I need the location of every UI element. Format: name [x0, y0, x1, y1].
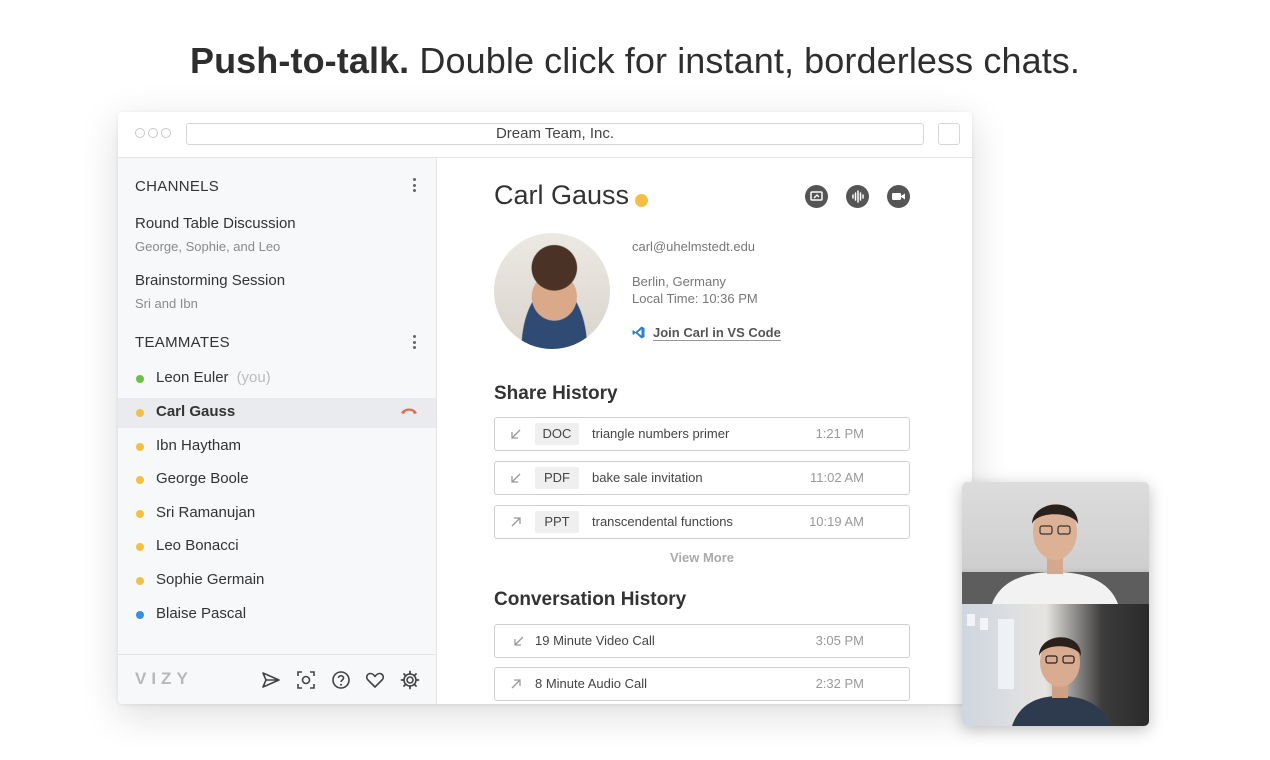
- teammate-item[interactable]: Leo Bonacci: [118, 532, 436, 562]
- channel-brainstorming[interactable]: Brainstorming Session: [135, 272, 285, 289]
- channel-members: Sri and Ibn: [135, 296, 198, 311]
- heart-icon[interactable]: [364, 669, 386, 691]
- status-dot: [136, 543, 144, 551]
- teammate-name: Sophie Germain: [156, 571, 265, 588]
- incoming-arrow-icon: [511, 473, 521, 483]
- incoming-arrow-icon: [511, 429, 521, 439]
- remote-participant: [962, 504, 1149, 604]
- share-time: 10:19 AM: [809, 514, 864, 529]
- conversation-time: 2:32 PM: [815, 676, 864, 691]
- channel-round-table[interactable]: Round Table Discussion: [135, 215, 296, 232]
- teammate-item[interactable]: Sophie Germain: [118, 566, 436, 596]
- status-dot: [136, 510, 144, 518]
- headline-bold: Push-to-talk.: [189, 40, 410, 81]
- sidebar: CHANNELS Round Table Discussion George, …: [118, 158, 437, 704]
- teammate-name: Ibn Haytham: [156, 437, 242, 454]
- teammate-name: Leo Bonacci: [156, 537, 239, 554]
- teammate-item[interactable]: George Boole: [118, 465, 436, 495]
- file-type-badge: DOC: [535, 423, 579, 445]
- teammates-heading: TEAMMATES: [135, 334, 230, 351]
- video-icon[interactable]: [887, 185, 910, 208]
- outgoing-arrow-icon: [511, 679, 521, 689]
- marketing-headline: Push-to-talk. Double click for instant, …: [0, 40, 1270, 82]
- incoming-arrow-icon: [514, 636, 524, 646]
- status-dot: [136, 443, 144, 451]
- file-type-badge: PDF: [535, 467, 579, 489]
- headline-rest: Double click for instant, borderless cha…: [409, 40, 1080, 81]
- minimize-window-button[interactable]: [148, 128, 158, 138]
- hang-up-icon[interactable]: [400, 406, 418, 416]
- profile-name: Carl Gauss: [494, 180, 630, 210]
- window-controls: [135, 128, 171, 138]
- conversation-title: 19 Minute Video Call: [535, 633, 655, 648]
- title-bar: Dream Team, Inc.: [118, 112, 972, 158]
- channels-heading: CHANNELS: [135, 178, 220, 195]
- join-vscode-link[interactable]: Join Carl in VS Code: [632, 325, 781, 341]
- zoom-window-button[interactable]: [161, 128, 171, 138]
- conversation-history-heading: Conversation History: [494, 589, 687, 610]
- share-row[interactable]: DOC triangle numbers primer 1:21 PM: [494, 417, 910, 451]
- channel-members: George, Sophie, and Leo: [135, 239, 281, 254]
- teammate-item[interactable]: Sri Ramanujan: [118, 499, 436, 529]
- settings-icon[interactable]: [399, 669, 421, 691]
- status-dot: [136, 409, 144, 417]
- send-icon[interactable]: [260, 669, 282, 691]
- audio-icon[interactable]: [846, 185, 869, 208]
- status-dot: [136, 375, 144, 383]
- status-dot: [136, 577, 144, 585]
- teammates-menu-icon[interactable]: [413, 335, 417, 351]
- share-history-heading: Share History: [494, 383, 618, 404]
- self-participant: [967, 614, 1110, 726]
- app-window: Dream Team, Inc. CHANNELS Round Table Di…: [118, 112, 972, 704]
- teammate-name: Carl Gauss: [156, 403, 236, 420]
- screenshot-icon[interactable]: [295, 669, 317, 691]
- status-dot: [136, 611, 144, 619]
- profile-local-time: Local Time: 10:36 PM: [632, 291, 758, 306]
- outgoing-arrow-icon: [511, 517, 521, 527]
- teammate-item[interactable]: Leon Euler (you): [118, 364, 436, 394]
- teammate-name: Sri Ramanujan: [156, 504, 256, 521]
- profile-email[interactable]: carl@uhelmstedt.edu: [632, 239, 755, 254]
- vscode-icon: [632, 326, 645, 339]
- teammate-item[interactable]: Blaise Pascal: [118, 600, 436, 630]
- you-label: (you): [236, 369, 271, 386]
- profile-location: Berlin, Germany: [632, 274, 726, 289]
- remote-video-feed: [962, 482, 1149, 604]
- profile-panel: Carl Gauss carl@uhelmstedt.edu Berlin, G…: [437, 158, 972, 704]
- status-dot: [635, 194, 648, 207]
- share-row[interactable]: PDF bake sale invitation 11:02 AM: [494, 461, 910, 495]
- view-more-link[interactable]: View More: [494, 550, 910, 565]
- teammate-name: George Boole: [156, 470, 249, 487]
- share-title: triangle numbers primer: [592, 426, 730, 441]
- video-call-window[interactable]: [962, 482, 1149, 726]
- share-time: 11:02 AM: [810, 470, 864, 485]
- join-label: Join Carl in VS Code: [653, 325, 781, 341]
- window-corner-button[interactable]: [938, 123, 960, 145]
- teammate-name: Leon Euler: [156, 369, 229, 386]
- conversation-title: 8 Minute Audio Call: [535, 676, 648, 691]
- teammate-name: Blaise Pascal: [156, 605, 247, 622]
- workspace-title-bar[interactable]: Dream Team, Inc.: [186, 123, 924, 145]
- vizy-logo: VIZY: [135, 669, 193, 688]
- share-row[interactable]: PPT transcendental functions 10:19 AM: [494, 505, 910, 539]
- close-window-button[interactable]: [135, 128, 145, 138]
- share-title: bake sale invitation: [592, 470, 703, 485]
- file-type-badge: PPT: [535, 511, 579, 533]
- profile-avatar: [494, 233, 610, 349]
- screen-share-icon[interactable]: [805, 185, 828, 208]
- help-icon[interactable]: [330, 669, 352, 691]
- share-time: 1:21 PM: [815, 426, 864, 441]
- sidebar-footer: VIZY: [118, 654, 436, 704]
- conversation-row[interactable]: 19 Minute Video Call 3:05 PM: [494, 624, 910, 658]
- self-video-feed: [962, 604, 1149, 726]
- teammate-item-active[interactable]: Carl Gauss: [118, 398, 436, 428]
- channels-menu-icon[interactable]: [413, 178, 417, 194]
- conversation-row[interactable]: 8 Minute Audio Call 2:32 PM: [494, 667, 910, 701]
- teammate-item[interactable]: Ibn Haytham: [118, 432, 436, 462]
- share-title: transcendental functions: [592, 514, 733, 529]
- status-dot: [136, 476, 144, 484]
- conversation-time: 3:05 PM: [815, 633, 864, 648]
